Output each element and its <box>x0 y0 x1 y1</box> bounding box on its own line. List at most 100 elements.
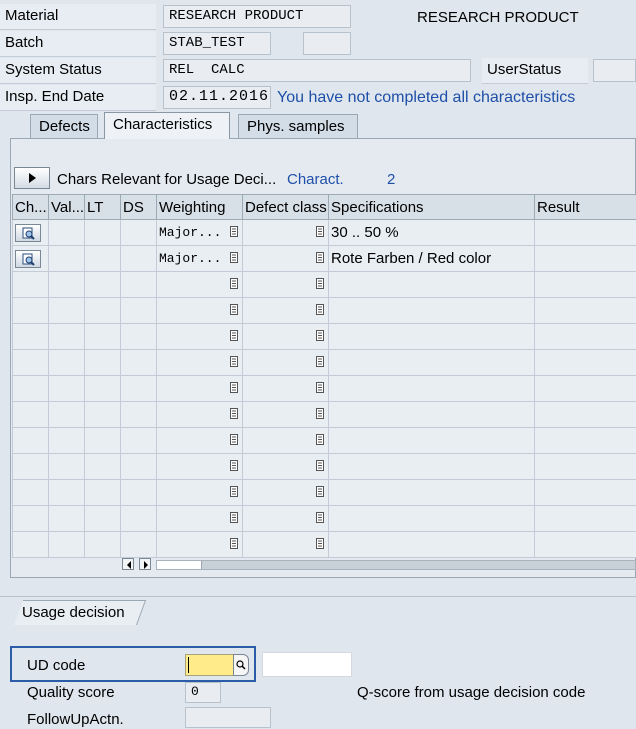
charact-link[interactable]: Charact. <box>287 171 344 189</box>
col-header-result[interactable]: Result <box>535 195 636 220</box>
material-field[interactable]: RESEARCH PRODUCT <box>163 5 351 28</box>
scroll-track[interactable] <box>156 560 636 570</box>
f4-help-icon[interactable] <box>316 382 324 393</box>
f4-help-icon[interactable] <box>230 226 238 237</box>
result-cell[interactable] <box>535 298 636 324</box>
defect-class-cell[interactable] <box>243 350 329 376</box>
weighting-cell[interactable] <box>157 480 243 506</box>
expand-button[interactable] <box>14 167 50 189</box>
f4-help-icon[interactable] <box>230 382 238 393</box>
col-header-defect-class[interactable]: Defect class <box>243 195 329 220</box>
row-details-cell[interactable] <box>13 454 49 480</box>
row-details-cell[interactable] <box>13 298 49 324</box>
f4-help-icon[interactable] <box>230 356 238 367</box>
result-cell[interactable] <box>535 402 636 428</box>
row-details-cell[interactable] <box>13 532 49 558</box>
f4-help-icon[interactable] <box>316 460 324 471</box>
row-details-cell[interactable] <box>13 350 49 376</box>
f4-help-icon[interactable] <box>230 460 238 471</box>
ud-code-description-field[interactable] <box>262 652 352 677</box>
f4-help-icon[interactable] <box>316 538 324 549</box>
f4-help-icon[interactable] <box>316 226 324 237</box>
defect-class-cell[interactable] <box>243 324 329 350</box>
details-button[interactable] <box>15 224 41 242</box>
result-cell[interactable] <box>535 532 636 558</box>
f4-help-icon[interactable] <box>230 330 238 341</box>
col-header-val[interactable]: Val... <box>49 195 85 220</box>
col-header-weighting[interactable]: Weighting <box>157 195 243 220</box>
f4-help-icon[interactable] <box>230 304 238 315</box>
ud-code-search-button[interactable] <box>233 654 249 676</box>
f4-help-icon[interactable] <box>316 278 324 289</box>
scroll-thumb[interactable] <box>157 561 202 569</box>
weighting-cell[interactable] <box>157 272 243 298</box>
col-header-lt[interactable]: LT <box>85 195 121 220</box>
weighting-cell[interactable]: Major... <box>157 220 243 246</box>
result-cell[interactable] <box>535 272 636 298</box>
result-cell[interactable] <box>535 350 636 376</box>
result-cell[interactable] <box>535 324 636 350</box>
tab-characteristics[interactable]: Characteristics <box>104 112 230 139</box>
result-cell[interactable] <box>535 376 636 402</box>
result-cell[interactable] <box>535 246 636 272</box>
col-header-ch[interactable]: Ch... <box>13 195 49 220</box>
weighting-cell[interactable] <box>157 402 243 428</box>
defect-class-cell[interactable] <box>243 376 329 402</box>
f4-help-icon[interactable] <box>316 408 324 419</box>
result-cell[interactable] <box>535 480 636 506</box>
result-cell[interactable] <box>535 428 636 454</box>
col-header-ds[interactable]: DS <box>121 195 157 220</box>
f4-help-icon[interactable] <box>230 512 238 523</box>
row-details-cell[interactable] <box>13 376 49 402</box>
result-cell[interactable] <box>535 506 636 532</box>
f4-help-icon[interactable] <box>316 252 324 263</box>
f4-help-icon[interactable] <box>316 330 324 341</box>
defect-class-cell[interactable] <box>243 272 329 298</box>
f4-help-icon[interactable] <box>316 512 324 523</box>
defect-class-cell[interactable] <box>243 506 329 532</box>
row-details-cell[interactable] <box>13 220 49 246</box>
defect-class-cell[interactable] <box>243 402 329 428</box>
weighting-cell[interactable]: Major... <box>157 246 243 272</box>
system-status-field[interactable]: REL CALC <box>163 59 471 82</box>
f4-help-icon[interactable] <box>316 434 324 445</box>
weighting-cell[interactable] <box>157 324 243 350</box>
weighting-cell[interactable] <box>157 506 243 532</box>
defect-class-cell[interactable] <box>243 220 329 246</box>
f4-help-icon[interactable] <box>230 434 238 445</box>
defect-class-cell[interactable] <box>243 532 329 558</box>
defect-class-cell[interactable] <box>243 480 329 506</box>
weighting-cell[interactable] <box>157 376 243 402</box>
row-details-cell[interactable] <box>13 324 49 350</box>
ud-code-input[interactable] <box>185 654 235 676</box>
f4-help-icon[interactable] <box>230 408 238 419</box>
result-cell[interactable] <box>535 454 636 480</box>
tab-defects[interactable]: Defects <box>30 114 98 138</box>
defect-class-cell[interactable] <box>243 454 329 480</box>
col-header-specifications[interactable]: Specifications <box>329 195 535 220</box>
defect-class-cell[interactable] <box>243 428 329 454</box>
weighting-cell[interactable] <box>157 454 243 480</box>
scroll-right-button[interactable] <box>139 558 151 570</box>
f4-help-icon[interactable] <box>230 252 238 263</box>
horizontal-scrollbar[interactable] <box>122 558 636 572</box>
weighting-cell[interactable] <box>157 350 243 376</box>
f4-help-icon[interactable] <box>230 538 238 549</box>
f4-help-icon[interactable] <box>316 486 324 497</box>
tab-phys-samples[interactable]: Phys. samples <box>238 114 358 138</box>
insp-end-date-field[interactable]: 02.11.2016 <box>163 86 271 109</box>
row-details-cell[interactable] <box>13 402 49 428</box>
scroll-left-button[interactable] <box>122 558 134 570</box>
f4-help-icon[interactable] <box>230 486 238 497</box>
followup-field[interactable] <box>185 707 271 728</box>
row-details-cell[interactable] <box>13 506 49 532</box>
weighting-cell[interactable] <box>157 532 243 558</box>
result-cell[interactable] <box>535 220 636 246</box>
f4-help-icon[interactable] <box>230 278 238 289</box>
f4-help-icon[interactable] <box>316 356 324 367</box>
row-details-cell[interactable] <box>13 272 49 298</box>
defect-class-cell[interactable] <box>243 246 329 272</box>
defect-class-cell[interactable] <box>243 298 329 324</box>
row-details-cell[interactable] <box>13 480 49 506</box>
row-details-cell[interactable] <box>13 246 49 272</box>
